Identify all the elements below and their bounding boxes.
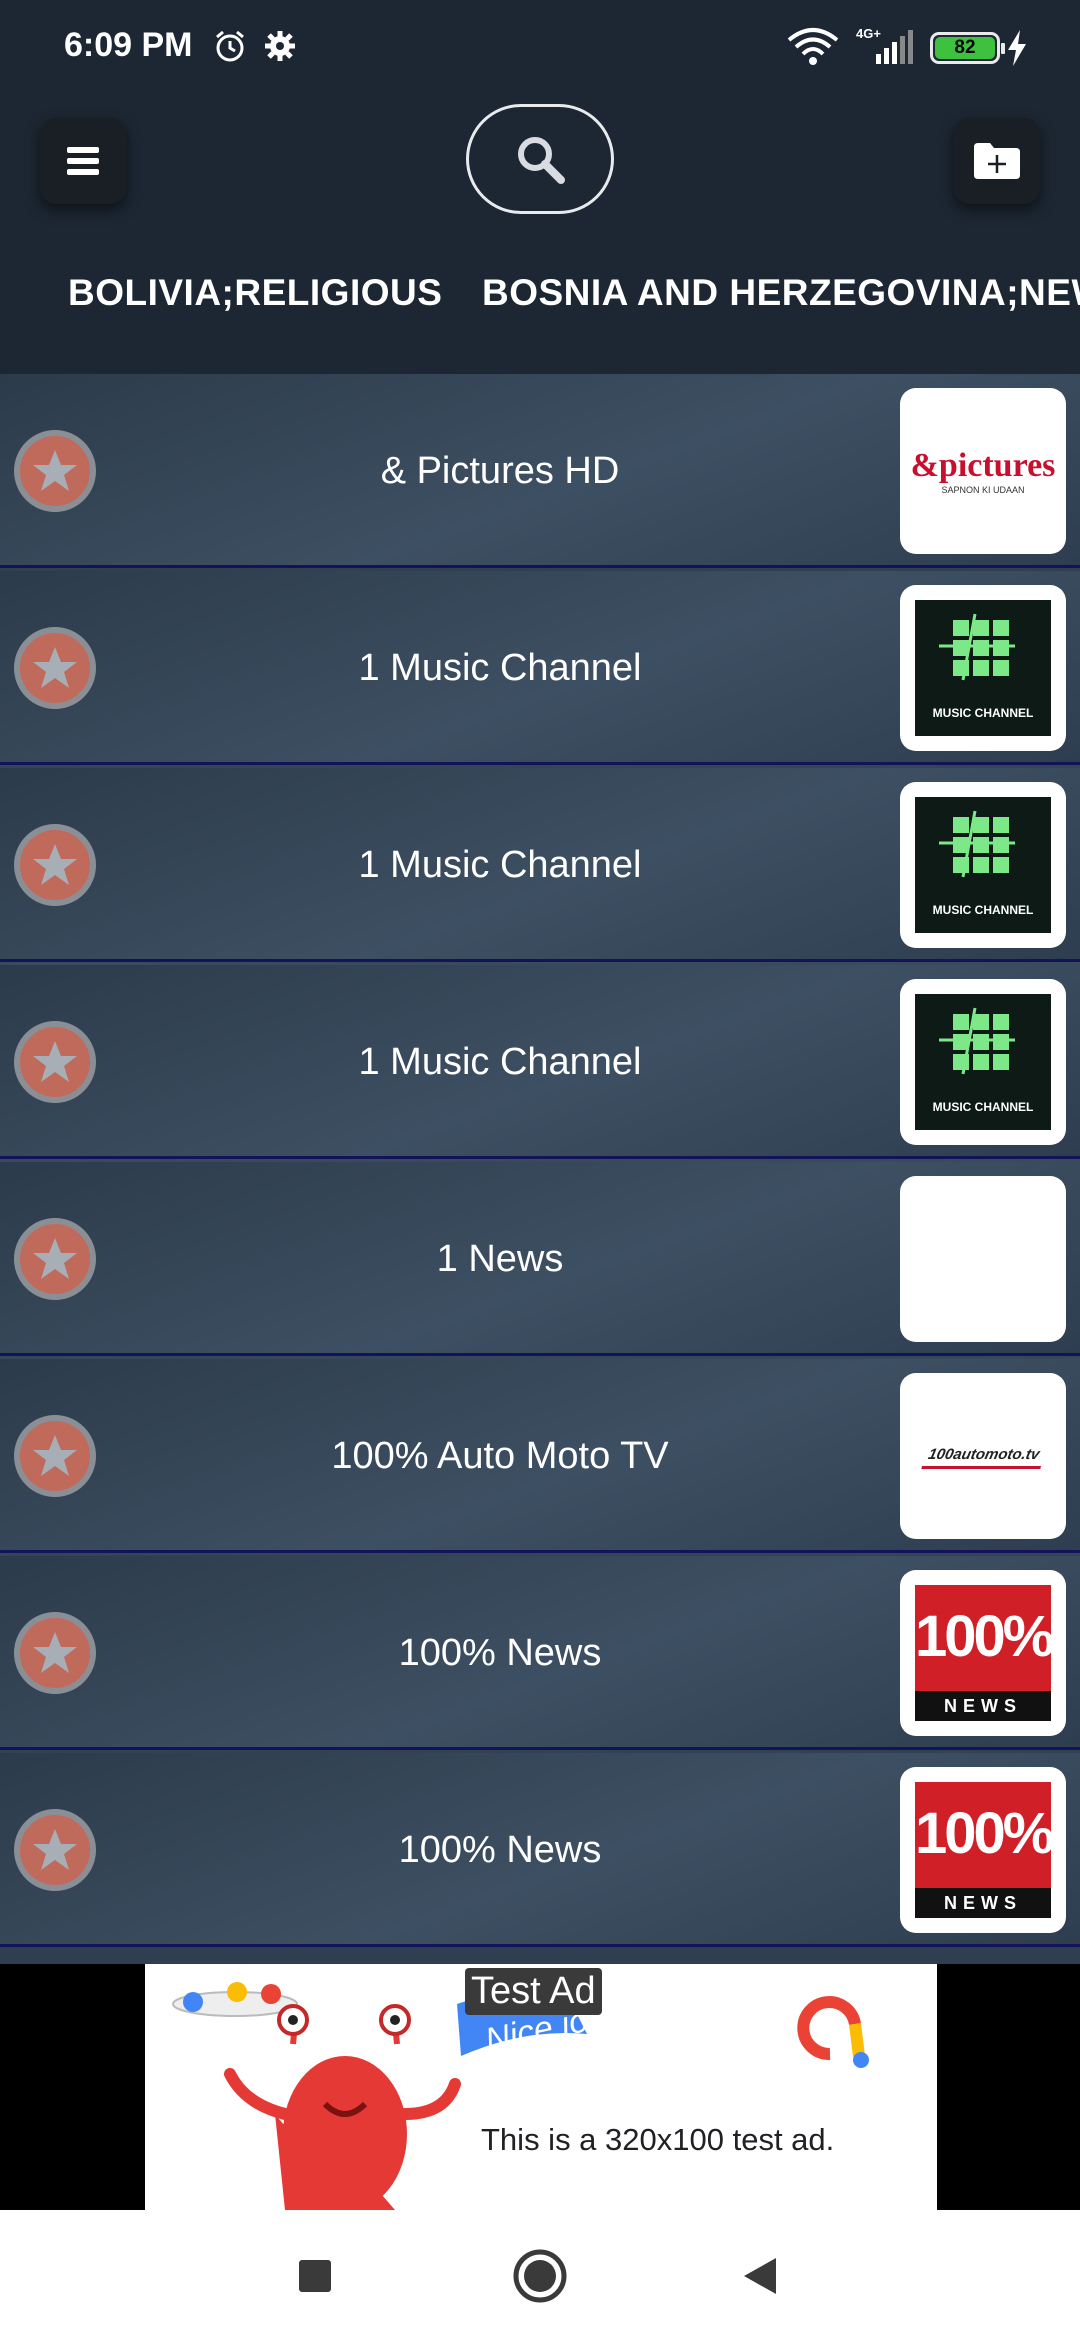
ad-content[interactable]: Nice job! Test Ad This is a 320x100 test…: [145, 1964, 937, 2210]
channel-name: 1 Music Channel: [358, 843, 642, 886]
channel-logo: 100% NEWS: [900, 1570, 1066, 1736]
channel-logo: 100% NEWS: [900, 1767, 1066, 1933]
channel-logo: 100automoto.tv: [900, 1373, 1066, 1539]
recents-square-icon: [299, 2260, 331, 2292]
logo-text: 100%: [915, 1801, 1054, 1866]
star-icon: [33, 1632, 77, 1673]
channel-list: & Pictures HD &pictures SAPNON KI UDAAN …: [0, 374, 1080, 1964]
channel-row[interactable]: 100% News 100% NEWS: [0, 1753, 1080, 1947]
star-icon: [33, 450, 77, 491]
channel-logo: MUSIC CHANNEL: [900, 979, 1066, 1145]
star-icon: [33, 844, 77, 885]
star-icon: [33, 647, 77, 688]
folder-add-icon: [974, 143, 1020, 179]
hamburger-menu-icon: [67, 147, 99, 175]
star-icon: [33, 1829, 77, 1870]
system-nav-bar: [0, 2210, 1080, 2340]
menu-button[interactable]: [40, 118, 126, 204]
channel-logo: MUSIC CHANNEL: [900, 585, 1066, 751]
favorite-button[interactable]: [14, 1021, 96, 1103]
logo-subtext: NEWS: [915, 1888, 1051, 1918]
svg-text:4G+: 4G+: [856, 26, 881, 41]
wifi-icon: [786, 26, 840, 71]
music-grid-icon: [939, 613, 1015, 681]
logo-text: &pictures: [910, 447, 1056, 484]
back-button[interactable]: [730, 2246, 790, 2306]
logo-subtext: SAPNON KI UDAAN: [941, 485, 1025, 495]
channel-row[interactable]: & Pictures HD &pictures SAPNON KI UDAAN: [0, 374, 1080, 568]
search-button[interactable]: [466, 104, 614, 214]
logo-text: MUSIC CHANNEL: [932, 1100, 1034, 1114]
channel-name: 1 Music Channel: [358, 1040, 642, 1083]
music-grid-icon: [939, 810, 1015, 878]
back-triangle-icon: [744, 2258, 776, 2294]
channel-name: 100% Auto Moto TV: [331, 1434, 669, 1477]
battery-level: 82: [935, 37, 995, 59]
channel-row[interactable]: 100% News 100% NEWS: [0, 1556, 1080, 1750]
favorite-button[interactable]: [14, 627, 96, 709]
channel-name: & Pictures HD: [380, 449, 620, 492]
star-icon: [33, 1435, 77, 1476]
app-header: BOLIVIA;RELIGIOUS BOSNIA AND HERZEGOVINA…: [0, 96, 1080, 374]
star-icon: [33, 1238, 77, 1279]
favorite-button[interactable]: [14, 1415, 96, 1497]
logo-text: MUSIC CHANNEL: [932, 903, 1034, 917]
status-time: 6:09 PM: [64, 26, 193, 64]
logo-text: MUSIC CHANNEL: [932, 706, 1034, 720]
channel-name: 1 News: [436, 1237, 564, 1280]
category-tabs: BOLIVIA;RELIGIOUS BOSNIA AND HERZEGOVINA…: [0, 266, 1080, 346]
logo-text: 100%: [915, 1604, 1054, 1669]
music-grid-icon: [939, 1007, 1015, 1075]
alarm-icon: [212, 28, 248, 69]
channel-row[interactable]: 1 Music Channel MUSIC CHANNEL: [0, 571, 1080, 765]
home-button[interactable]: [510, 2246, 570, 2306]
channel-name: 1 Music Channel: [358, 646, 642, 689]
add-folder-button[interactable]: [954, 118, 1040, 204]
tab-bosnia-news[interactable]: BOSNIA AND HERZEGOVINA;NEWS: [482, 266, 1080, 320]
channel-logo: &pictures SAPNON KI UDAAN: [900, 388, 1066, 554]
gear-icon: [262, 28, 298, 69]
ad-banner[interactable]: Nice job! Test Ad This is a 320x100 test…: [0, 1964, 1080, 2210]
channel-row[interactable]: 100% Auto Moto TV 100automoto.tv: [0, 1359, 1080, 1553]
favorite-button[interactable]: [14, 1809, 96, 1891]
channel-row[interactable]: 1 Music Channel MUSIC CHANNEL: [0, 965, 1080, 1159]
logo-subtext: NEWS: [915, 1691, 1051, 1721]
test-ad-badge: Test Ad: [465, 1968, 602, 2015]
channel-name: 100% News: [398, 1631, 602, 1674]
star-icon: [33, 1041, 77, 1082]
channel-name: 100% News: [398, 1828, 602, 1871]
ad-description: This is a 320x100 test ad.: [481, 2122, 835, 2157]
favorite-button[interactable]: [14, 1218, 96, 1300]
signal-icon: 4G+: [856, 24, 916, 73]
channel-row[interactable]: 1 News: [0, 1162, 1080, 1356]
favorite-button[interactable]: [14, 824, 96, 906]
channel-row[interactable]: 1 Music Channel MUSIC CHANNEL: [0, 768, 1080, 962]
battery-icon: 82: [930, 32, 1005, 64]
favorite-button[interactable]: [14, 430, 96, 512]
search-icon: [518, 137, 565, 184]
channel-logo: MUSIC CHANNEL: [900, 782, 1066, 948]
home-circle-icon: [513, 2249, 567, 2303]
tab-bolivia-religious[interactable]: BOLIVIA;RELIGIOUS: [68, 266, 442, 320]
favorite-button[interactable]: [14, 1612, 96, 1694]
channel-logo: [900, 1176, 1066, 1342]
charging-bolt-icon: [1006, 30, 1028, 71]
status-bar: 6:09 PM 4G+ 82: [0, 0, 1080, 96]
recents-button[interactable]: [285, 2246, 345, 2306]
logo-text: 100automoto.tv: [926, 1445, 1041, 1463]
